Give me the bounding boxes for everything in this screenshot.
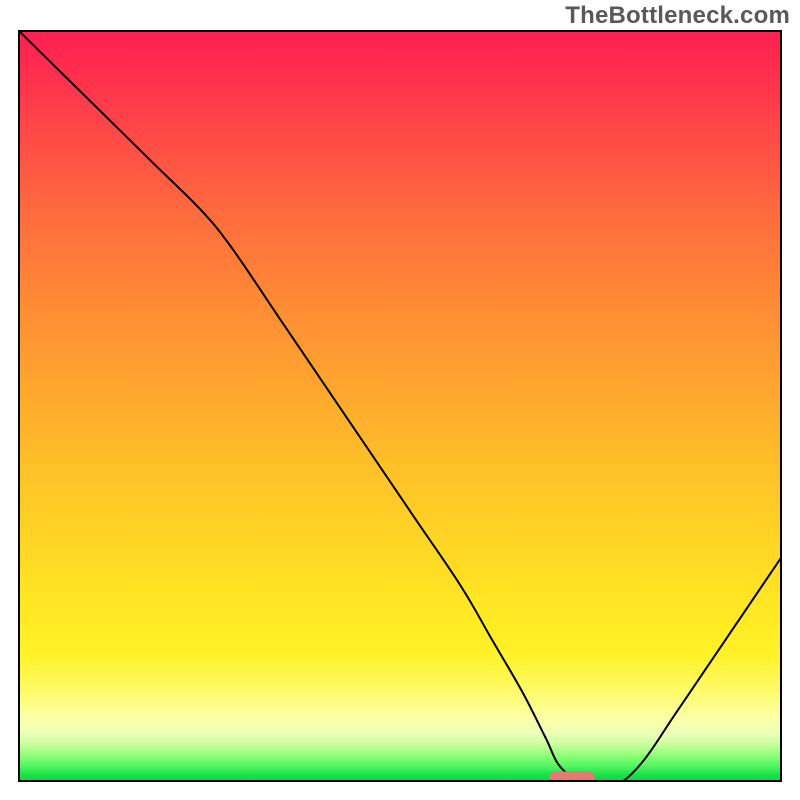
optimum-marker: [549, 771, 595, 782]
chart-stage: TheBottleneck.com: [0, 0, 800, 800]
plot-area: [18, 30, 782, 782]
bottleneck-curve: [18, 30, 782, 782]
curve-layer: [18, 30, 782, 782]
watermark-text: TheBottleneck.com: [565, 2, 790, 30]
